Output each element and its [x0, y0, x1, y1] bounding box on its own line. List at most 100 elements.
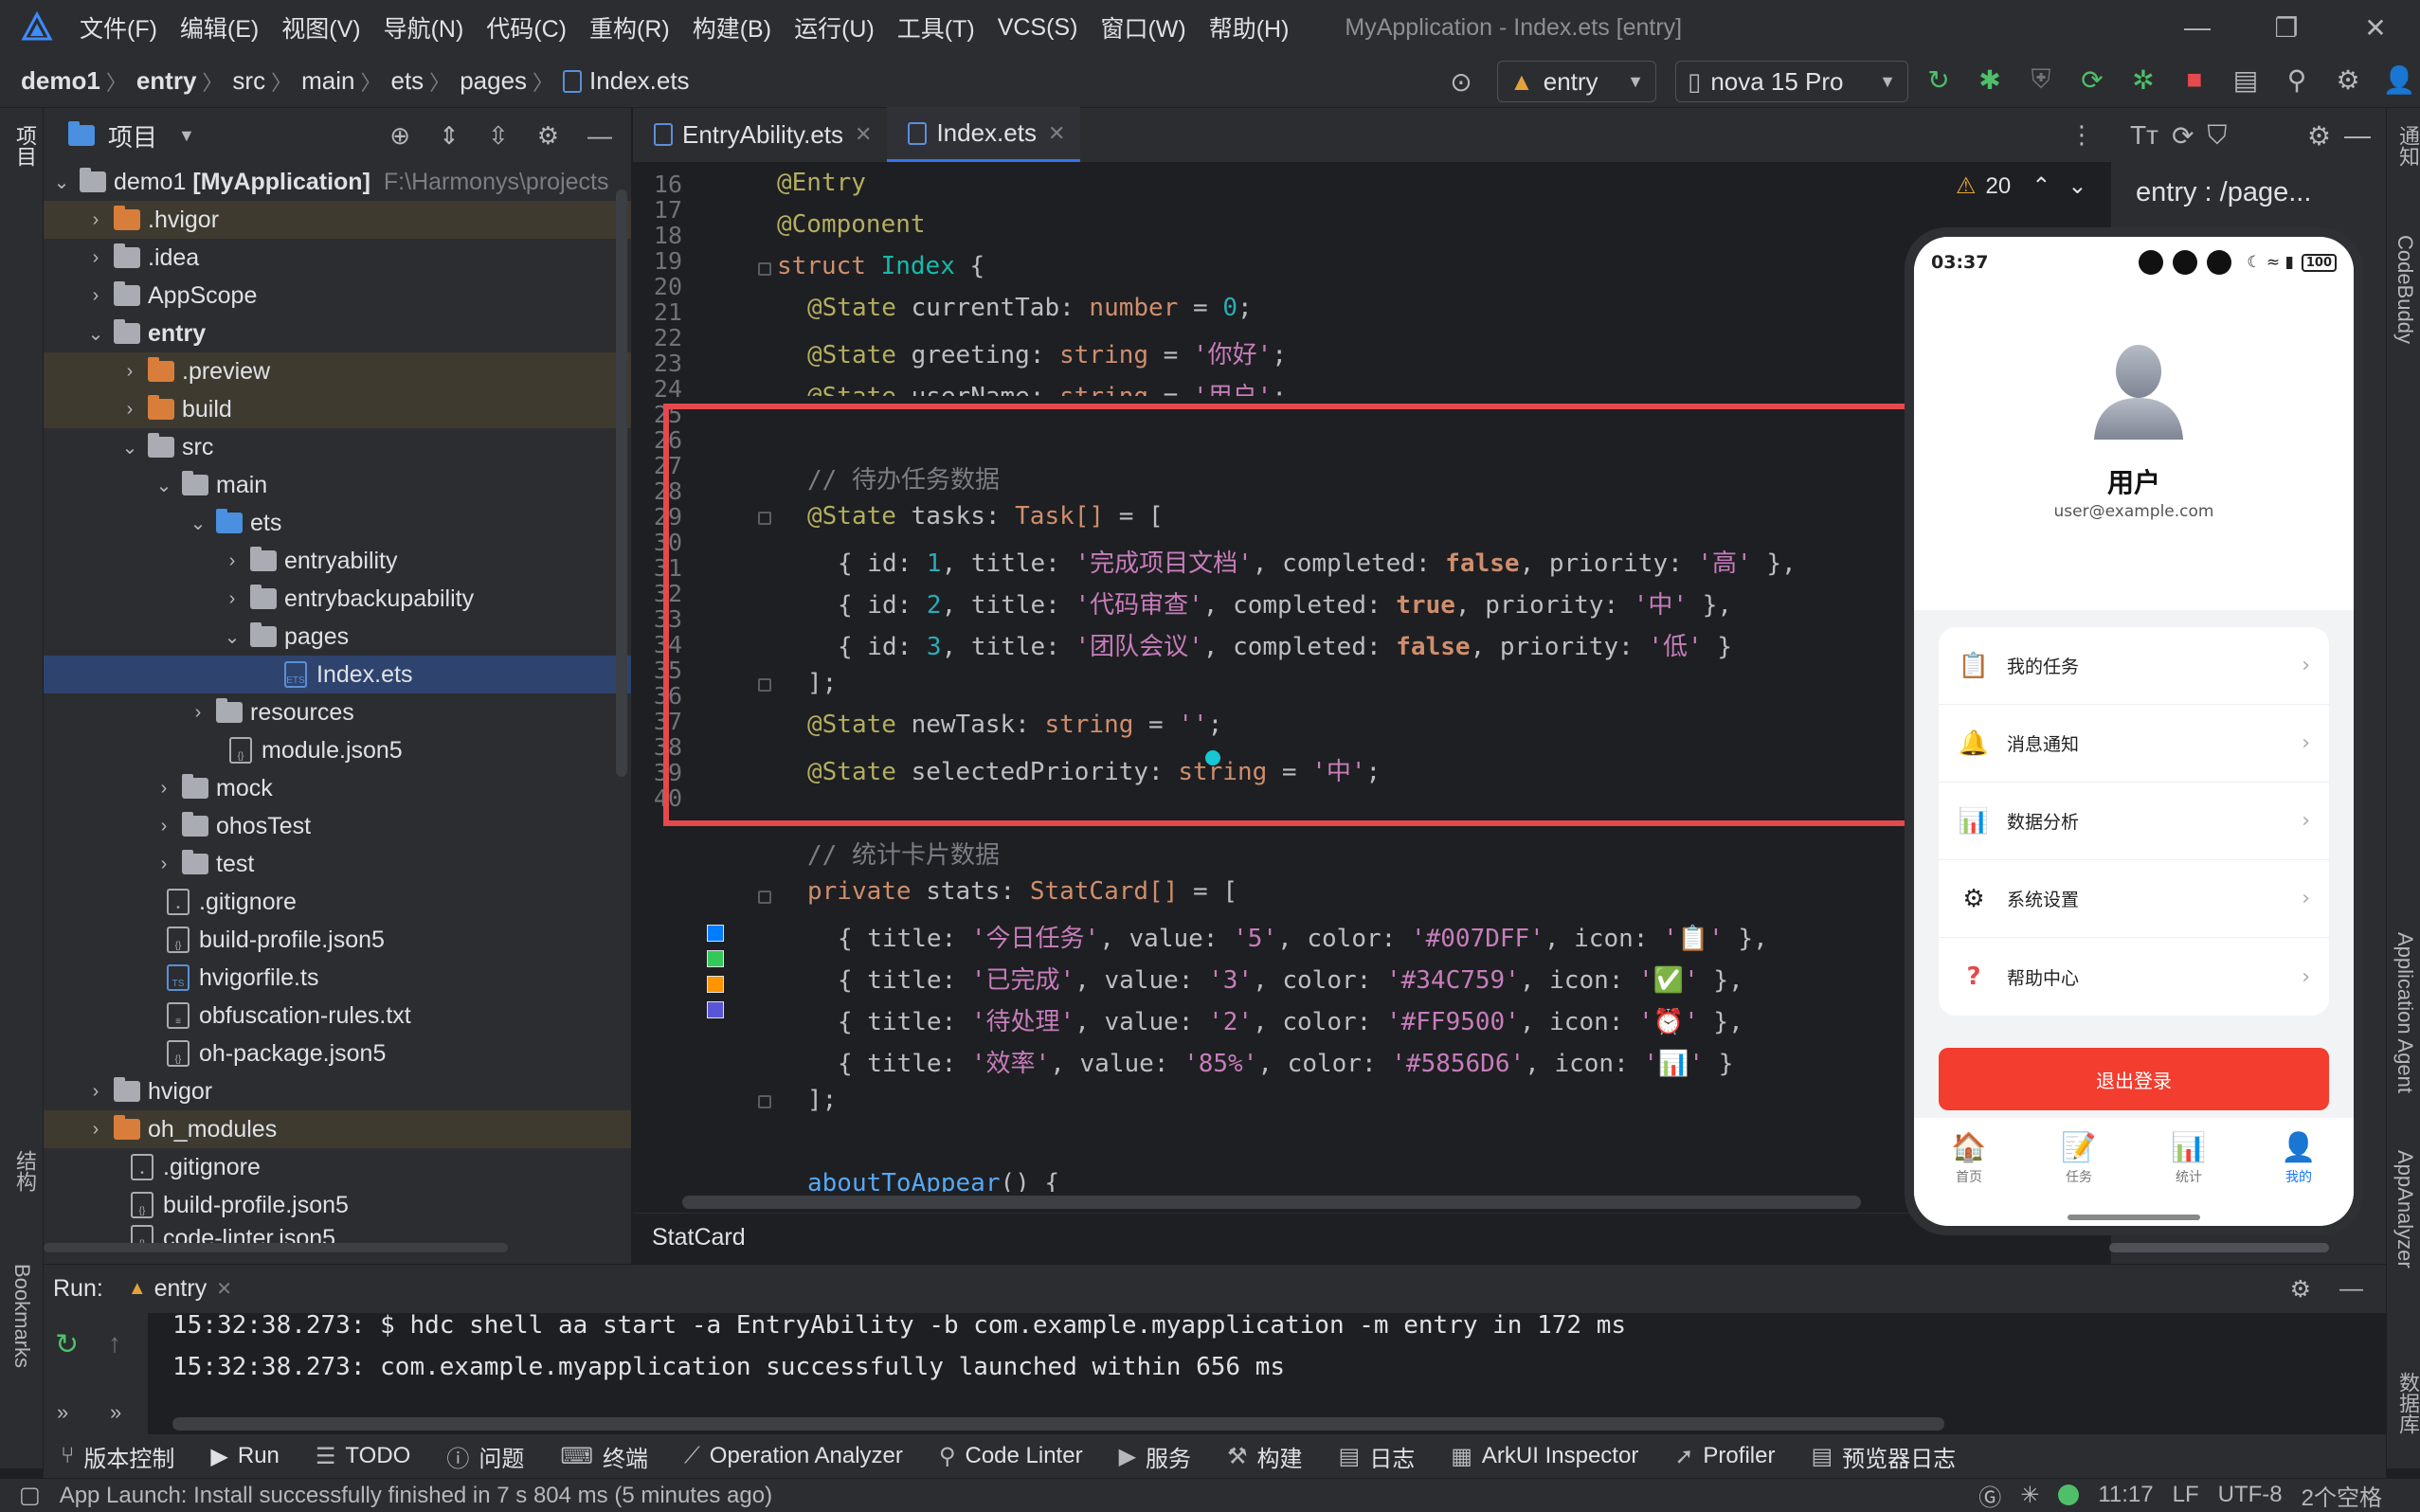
codebuddy-tool-button[interactable]: CodeBuddy [2393, 235, 2417, 344]
panel-settings-icon[interactable]: ⚙ [537, 121, 559, 151]
previewer-settings-icon[interactable]: ⚙ [2307, 120, 2331, 152]
stop-icon[interactable]: ■ [2176, 61, 2213, 99]
codebuddy-status-icon[interactable]: Ⓖ [1978, 1479, 2001, 1512]
menu-tools[interactable]: 工具(T) [897, 10, 975, 45]
hide-panel-icon[interactable]: — [2339, 1275, 2363, 1304]
tree-item-build-profile[interactable]: {} build-profile.json5 [44, 921, 631, 959]
breadcrumb-src[interactable]: src [232, 66, 265, 96]
minimize-icon[interactable]: — [2153, 12, 2242, 43]
tree-item-oh-package[interactable]: {} oh-package.json5 [44, 1035, 631, 1072]
tool-tab-profiler[interactable]: ➚ Profiler [1674, 1443, 1775, 1470]
tool-tab-run[interactable]: ▶ Run [210, 1443, 280, 1470]
breadcrumb-module[interactable]: entry [136, 66, 197, 96]
menu-item-settings[interactable]: ⚙ 系统设置 › [1939, 860, 2329, 938]
notifications-tool-button[interactable]: 通知 [2393, 125, 2420, 167]
tool-tab-preview-log[interactable]: ▤ 预览器日志 [1811, 1440, 1956, 1473]
rerun-icon[interactable]: ↻ [55, 1328, 79, 1361]
device-manager-icon[interactable]: ▤ [2227, 61, 2265, 99]
fold-marker-icon[interactable] [758, 262, 771, 276]
color-swatch-purple[interactable] [707, 1001, 724, 1018]
run-config-select[interactable]: ▲ entry ▼ [1497, 61, 1656, 102]
menu-code[interactable]: 代码(C) [486, 10, 567, 45]
menu-item-notifications[interactable]: 🔔 消息通知 › [1939, 705, 2329, 783]
hide-panel-icon[interactable]: — [587, 121, 612, 151]
tree-item-pages[interactable]: ⌄ pages [44, 618, 631, 656]
phone-tab-home[interactable]: 🏠 首页 [1914, 1118, 2024, 1226]
tree-item-index-ets[interactable]: ETS Index.ets [44, 656, 631, 693]
tree-item-ohostest[interactable]: › ohosTest [44, 807, 631, 845]
previewer-scrollbar[interactable] [2109, 1243, 2329, 1252]
tree-item-entry[interactable]: ⌄ entry [44, 315, 631, 352]
close-tab-icon[interactable]: ✕ [855, 122, 872, 147]
hide-panel-icon[interactable]: — [2344, 120, 2371, 151]
tree-item-mock[interactable]: › mock [44, 769, 631, 807]
tree-item-hvigorfile[interactable]: TS hvigorfile.ts [44, 959, 631, 997]
menu-view[interactable]: 视图(V) [281, 10, 360, 45]
color-swatch-green[interactable] [707, 950, 724, 967]
collapse-all-icon[interactable]: ⇳ [488, 121, 509, 151]
tree-item-root[interactable]: ⌄ demo1 [MyApplication] F:\Harmonys\proj… [44, 163, 631, 201]
tool-tab-terminal[interactable]: ⌨ 终端 [560, 1440, 648, 1473]
target-icon[interactable]: ⊙ [1442, 63, 1480, 100]
database-tool-button[interactable]: 数据库 [2393, 1372, 2420, 1434]
tree-item-root-build-profile[interactable]: {} build-profile.json5 [44, 1186, 631, 1224]
tree-item-gitignore[interactable]: • .gitignore [44, 883, 631, 921]
tool-tab-build[interactable]: ⚒ 构建 [1227, 1440, 1303, 1473]
font-size-icon[interactable]: Tт [2130, 120, 2158, 151]
breadcrumb-project[interactable]: demo1 [21, 66, 100, 96]
menu-item-help[interactable]: ? 帮助中心 › [1939, 938, 2329, 1016]
menu-help[interactable]: 帮助(H) [1209, 10, 1290, 45]
tree-item-test[interactable]: › test [44, 845, 631, 883]
menu-vcs[interactable]: VCS(S) [998, 14, 1078, 42]
connection-status-icon[interactable] [2058, 1485, 2080, 1505]
phone-tab-tasks[interactable]: 📝 任务 [2024, 1118, 2134, 1226]
project-panel-title[interactable]: 项目 [108, 118, 157, 153]
chevron-down-icon[interactable]: ▼ [178, 126, 195, 146]
tool-tab-problems[interactable]: ⓘ 问题 [446, 1440, 524, 1473]
next-highlight-icon[interactable]: ⌄ [2068, 172, 2086, 200]
tree-item-hvigor[interactable]: › hvigor [44, 1072, 631, 1110]
menu-file[interactable]: 文件(F) [80, 10, 157, 45]
up-arrow-icon[interactable]: ↑ [108, 1328, 121, 1359]
tool-tab-arkui-inspector[interactable]: ▦ ArkUI Inspector [1451, 1443, 1638, 1470]
menu-build[interactable]: 构建(B) [693, 10, 771, 45]
fold-marker-icon[interactable] [758, 1095, 771, 1108]
rerun-icon[interactable]: ↻ [1920, 61, 1958, 99]
tree-item-ets[interactable]: ⌄ ets [44, 504, 631, 542]
editor-horizontal-scrollbar[interactable] [682, 1196, 1861, 1209]
search-icon[interactable]: ⚲ [2278, 61, 2316, 99]
debug-icon[interactable]: ✱ [1971, 61, 2009, 99]
tree-item-build[interactable]: › build [44, 390, 631, 428]
tree-item-hvigor-dir[interactable]: › .hvigor [44, 201, 631, 239]
device-select[interactable]: ▯ nova 15 Pro ▼ [1675, 61, 1908, 102]
tree-item-preview[interactable]: › .preview [44, 352, 631, 390]
tool-tab-code-linter[interactable]: ⚲ Code Linter [939, 1443, 1083, 1470]
caret-position[interactable]: 11:17 [2098, 1482, 2153, 1508]
breadcrumb-pages[interactable]: pages [460, 66, 527, 96]
tool-tab-operation-analyzer[interactable]: ⟋ Operation Analyzer [684, 1443, 903, 1469]
fold-marker-icon[interactable] [758, 891, 771, 904]
tool-tab-services[interactable]: ▶ 服务 [1119, 1440, 1191, 1473]
breadcrumb-ets[interactable]: ets [390, 66, 424, 96]
tree-item-idea[interactable]: › .idea [44, 239, 631, 277]
tool-tab-log[interactable]: ▤ 日志 [1339, 1440, 1416, 1473]
menu-run[interactable]: 运行(U) [794, 10, 875, 45]
settings-icon[interactable]: ⚙ [2329, 61, 2367, 99]
tool-tab-vcs[interactable]: ⑂ 版本控制 [61, 1440, 174, 1473]
expand-all-icon[interactable]: ⇕ [439, 121, 460, 151]
locate-file-icon[interactable]: ⊕ [389, 121, 410, 151]
restore-icon[interactable]: ❐ [2242, 12, 2331, 44]
ai-status-icon[interactable]: ✳ [2020, 1482, 2039, 1509]
run-settings-icon[interactable]: ⚙ [2290, 1275, 2311, 1304]
bookmarks-tool-button[interactable]: Bookmarks [9, 1264, 34, 1368]
inspector-icon[interactable]: ⛉ [2207, 120, 2227, 152]
phone-tab-stats[interactable]: 📊 统计 [2134, 1118, 2244, 1226]
tree-item-appscope[interactable]: › AppScope [44, 277, 631, 315]
breadcrumb-file[interactable]: Index.ets [589, 66, 690, 96]
close-tab-icon[interactable]: ✕ [216, 1277, 232, 1301]
previewer-page-select[interactable]: entry : /page... [2111, 163, 2386, 222]
menu-refactor[interactable]: 重构(R) [589, 10, 670, 45]
menu-window[interactable]: 窗口(W) [1100, 10, 1185, 45]
line-separator[interactable]: LF [2173, 1482, 2199, 1508]
menu-item-analytics[interactable]: 📊 数据分析 › [1939, 783, 2329, 860]
